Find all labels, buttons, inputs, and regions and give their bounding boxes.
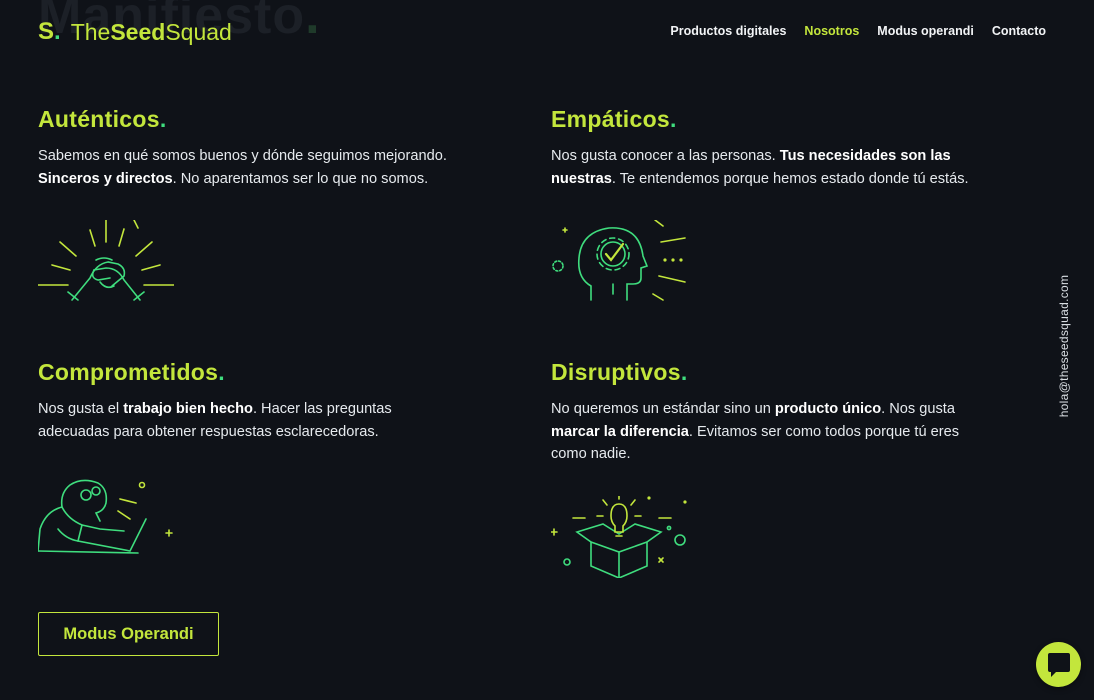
handshake-icon <box>38 220 174 301</box>
value-description: Sabemos en qué somos buenos y dónde segu… <box>38 145 458 190</box>
emphasis-text: marcar la diferencia <box>551 423 689 440</box>
chat-bubble-icon <box>1047 652 1070 677</box>
body-text: Nos gusta el <box>38 401 124 417</box>
logo-text: TheSeedSquad <box>70 18 232 45</box>
value-card-autenticos: Auténticos. Sabemos en qué somos buenos … <box>38 106 458 302</box>
main-nav: Productos digitales Nosotros Modus opera… <box>670 24 1046 38</box>
value-description: Nos gusta conocer a las personas. Tus ne… <box>551 145 971 190</box>
body-text: Nos gusta conocer a las personas. <box>551 148 780 164</box>
body-text: . No aparentamos ser lo que no somos. <box>172 170 429 187</box>
value-card-empaticos: Empáticos. Nos gusta conocer a las perso… <box>551 106 971 302</box>
nav-item-contacto[interactable]: Contacto <box>992 24 1046 38</box>
emphasis-text: producto único <box>774 401 882 417</box>
value-card-disruptivos: Disruptivos. No queremos un estándar sin… <box>551 359 971 578</box>
value-title: Disruptivos. <box>551 359 688 385</box>
body-text: No queremos un estándar sino un <box>551 401 775 417</box>
lightbulb-box-icon <box>551 495 687 578</box>
logo-mark: S. <box>38 18 61 45</box>
value-title: Auténticos. <box>38 106 167 132</box>
modus-operandi-button[interactable]: Modus Operandi <box>38 612 219 656</box>
side-email-link[interactable]: hola@theseedsquad.com <box>1057 275 1071 418</box>
logo[interactable]: S. TheSeedSquad <box>38 18 232 46</box>
body-text: . Te entendemos porque hemos estado dond… <box>611 170 969 187</box>
emphasis-text: trabajo bien hecho <box>123 401 253 417</box>
chat-button[interactable] <box>1036 642 1081 687</box>
head-gear-check-icon <box>552 220 686 301</box>
body-text: Sabemos en qué somos buenos y dónde segu… <box>38 148 447 164</box>
body-text: . Nos gusta <box>881 401 955 417</box>
nav-item-modus-operandi[interactable]: Modus operandi <box>877 24 974 38</box>
value-description: No queremos un estándar sino un producto… <box>551 398 971 466</box>
nav-item-productos[interactable]: Productos digitales <box>670 24 786 38</box>
value-title: Comprometidos. <box>38 359 225 385</box>
value-title: Empáticos. <box>551 106 677 132</box>
value-description: Nos gusta el trabajo bien hecho. Hacer l… <box>38 398 458 443</box>
emphasis-text: Sinceros y directos <box>38 170 173 187</box>
nav-item-nosotros[interactable]: Nosotros <box>804 24 859 38</box>
value-card-comprometidos: Comprometidos. Nos gusta el trabajo bien… <box>38 359 458 555</box>
person-laptop-icon <box>38 479 173 554</box>
